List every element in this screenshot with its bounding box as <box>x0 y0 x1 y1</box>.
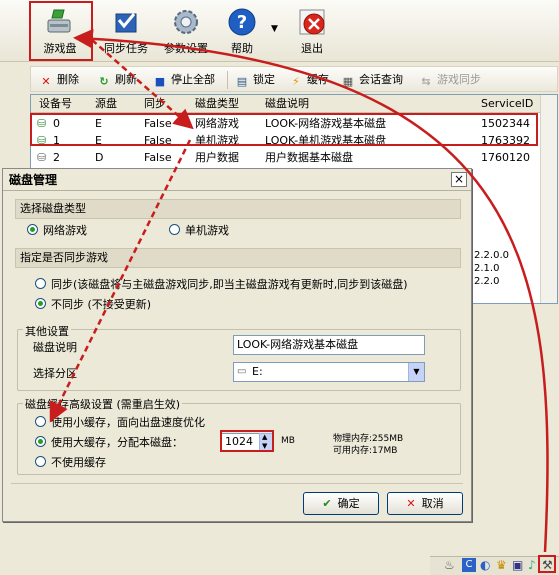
arrow-game-disk-to-rows <box>91 39 194 130</box>
annotation-arrows <box>49 28 549 553</box>
arrow-rows-to-cache <box>49 139 192 423</box>
arrow-tray-to-game-disk <box>73 28 549 553</box>
